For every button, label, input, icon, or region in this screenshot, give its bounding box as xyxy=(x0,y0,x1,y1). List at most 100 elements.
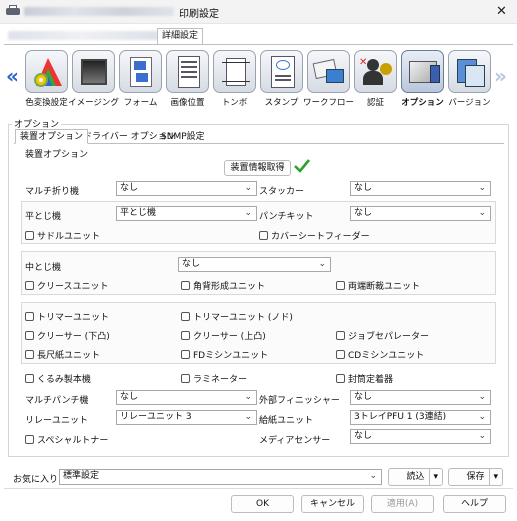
checkbox-box xyxy=(181,350,190,359)
cover-sheet-feeder-checkbox[interactable]: カバーシートフィーダー xyxy=(259,229,370,242)
save-label: 保存 xyxy=(466,472,485,482)
checkbox-label: スペシャルトナー xyxy=(37,436,109,446)
toolbar-stamp[interactable]: スタンプ xyxy=(258,49,305,111)
select-value: なし xyxy=(354,208,373,218)
special-toner-checkbox[interactable]: スペシャルトナー xyxy=(25,433,108,446)
checkbox-box xyxy=(25,281,34,290)
chevron-down-icon: ⌄ xyxy=(478,392,486,402)
toolbar-version[interactable]: バージョン xyxy=(446,49,493,111)
printer-app-icon xyxy=(6,5,20,17)
select-value: リレーユニット 3 xyxy=(120,412,192,422)
checkbox-label: クリーサー (下凸) xyxy=(37,332,110,342)
checkbox-label: ジョブセパレーター xyxy=(348,332,430,342)
toolbar-label: バージョン xyxy=(448,98,491,108)
checkbox-box xyxy=(181,374,190,383)
laminator-checkbox[interactable]: ラミネーター xyxy=(181,372,247,385)
dropdown-arrow-icon[interactable]: ▾ xyxy=(489,469,498,485)
fd-perforation-unit-checkbox[interactable]: FDミシンユニット xyxy=(181,348,268,361)
save-button[interactable]: 保存 ▾ xyxy=(448,468,503,486)
saddle-unit-checkbox[interactable]: サドルユニット xyxy=(25,229,100,242)
scroll-right-button[interactable]: » xyxy=(494,64,507,88)
checkbox-box xyxy=(259,231,268,240)
toolbar-authentication[interactable]: ✕ 認証 xyxy=(352,49,399,111)
select-value: なし xyxy=(182,259,201,269)
creaser-down-checkbox[interactable]: クリーサー (下凸) xyxy=(25,329,110,342)
job-separator-checkbox[interactable]: ジョブセパレーター xyxy=(336,329,429,342)
chevron-down-icon: ⌄ xyxy=(478,183,486,193)
divider xyxy=(4,488,513,489)
long-paper-unit-checkbox[interactable]: 長尺紙ユニット xyxy=(25,348,100,361)
checkbox-label: 封筒定着器 xyxy=(348,375,394,385)
load-button[interactable]: 読込 ▾ xyxy=(388,468,443,486)
crease-unit-checkbox[interactable]: クリースユニット xyxy=(25,279,109,292)
get-device-info-button[interactable]: 装置情報取得 xyxy=(224,160,291,176)
trimmer-unit-n-checkbox[interactable]: トリマーユニット (ノド) xyxy=(181,310,293,323)
dropdown-arrow-icon[interactable]: ▾ xyxy=(429,469,438,485)
checkbox-label: サドルユニット xyxy=(37,232,101,242)
chevron-down-icon: ⌄ xyxy=(318,259,326,269)
checkbox-label: 両端断裁ユニット xyxy=(348,282,421,292)
relay-unit-label: リレーユニット xyxy=(25,416,89,426)
wrap-binder-checkbox[interactable]: くるみ製本機 xyxy=(25,372,91,385)
relay-unit-select[interactable]: リレーユニット 3 ⌄ xyxy=(116,410,257,425)
chevron-down-icon: ⌄ xyxy=(478,412,486,422)
image-position-icon xyxy=(166,50,209,93)
trimmer-unit-checkbox[interactable]: トリマーユニット xyxy=(25,310,109,323)
multi-fold-select[interactable]: なし ⌄ xyxy=(116,181,257,196)
creaser-up-checkbox[interactable]: クリーサー (上凸) xyxy=(181,329,266,342)
checkbox-label: トリマーユニット (ノド) xyxy=(193,313,293,323)
media-sensor-select[interactable]: なし ⌄ xyxy=(350,429,491,444)
help-button[interactable]: ヘルプ xyxy=(443,495,506,513)
checkbox-box xyxy=(25,374,34,383)
square-spine-unit-checkbox[interactable]: 角背形成ユニット xyxy=(181,279,265,292)
paper-feed-unit-label: 給紙ユニット xyxy=(259,416,314,426)
both-edge-trim-unit-checkbox[interactable]: 両端断裁ユニット xyxy=(336,279,420,292)
checkbox-label: 角背形成ユニット xyxy=(193,282,266,292)
select-value: 平とじ機 xyxy=(120,208,157,218)
toolbar-option[interactable]: オプション xyxy=(399,49,446,111)
stacker-select[interactable]: なし ⌄ xyxy=(350,181,491,196)
redacted-printer-name xyxy=(24,7,174,16)
external-finisher-select[interactable]: なし ⌄ xyxy=(350,390,491,405)
paper-feed-unit-select[interactable]: 3トレイPFU 1 (3連結) ⌄ xyxy=(350,410,491,425)
cd-perforation-unit-checkbox[interactable]: CDミシンユニット xyxy=(336,348,424,361)
cancel-button[interactable]: キャンセル xyxy=(301,495,364,513)
device-options-caption: 装置オプション xyxy=(25,150,89,160)
envelope-sealer-checkbox[interactable]: 封筒定着器 xyxy=(336,372,393,385)
toolbar-image-position[interactable]: 画像位置 xyxy=(164,49,211,111)
workflow-icon xyxy=(307,50,350,93)
chevron-down-icon: ⌄ xyxy=(244,412,252,422)
checkbox-label: クリーサー (上凸) xyxy=(193,332,266,342)
apply-button[interactable]: 適用(A) xyxy=(371,495,434,513)
checkbox-box xyxy=(25,312,34,321)
toolbar-color-conversion[interactable]: 色変換設定 xyxy=(23,49,70,111)
option-icon xyxy=(401,50,444,93)
checkbox-box xyxy=(181,312,190,321)
chevron-down-icon: ⌄ xyxy=(244,208,252,218)
divider xyxy=(4,44,513,45)
flat-stitch-label: 平とじ機 xyxy=(25,212,62,222)
checkbox-label: CDミシンユニット xyxy=(348,351,425,361)
select-value: なし xyxy=(120,392,139,402)
checkbox-box xyxy=(336,350,345,359)
tab-advanced-settings[interactable]: 詳細設定 xyxy=(157,28,203,44)
favorites-select[interactable]: 標準設定 ⌄ xyxy=(59,469,382,485)
ok-button[interactable]: OK xyxy=(231,495,294,513)
toolbar-imaging[interactable]: イメージング xyxy=(68,49,119,111)
tab-snmp-settings[interactable]: SNMP設定 xyxy=(156,129,210,144)
stacker-label: スタッカー xyxy=(259,187,305,197)
check-icon xyxy=(294,159,310,173)
checkbox-box xyxy=(181,281,190,290)
toolbar-crop-marks[interactable]: トンボ xyxy=(211,49,258,111)
multi-punch-select[interactable]: なし ⌄ xyxy=(116,390,257,405)
chevron-down-icon: ⌄ xyxy=(478,208,486,218)
center-stitch-select[interactable]: なし ⌄ xyxy=(178,257,331,272)
close-button[interactable]: ✕ xyxy=(486,0,517,24)
checkbox-box xyxy=(25,231,34,240)
toolbar-workflow[interactable]: ワークフロー xyxy=(303,49,354,111)
scroll-left-button[interactable]: « xyxy=(6,64,19,88)
toolbar-form[interactable]: フォーム xyxy=(117,49,164,111)
punch-kit-select[interactable]: なし ⌄ xyxy=(350,206,491,221)
flat-stitch-select[interactable]: 平とじ機 ⌄ xyxy=(116,206,257,221)
tab-device-options[interactable]: 装置オプション xyxy=(15,129,89,144)
